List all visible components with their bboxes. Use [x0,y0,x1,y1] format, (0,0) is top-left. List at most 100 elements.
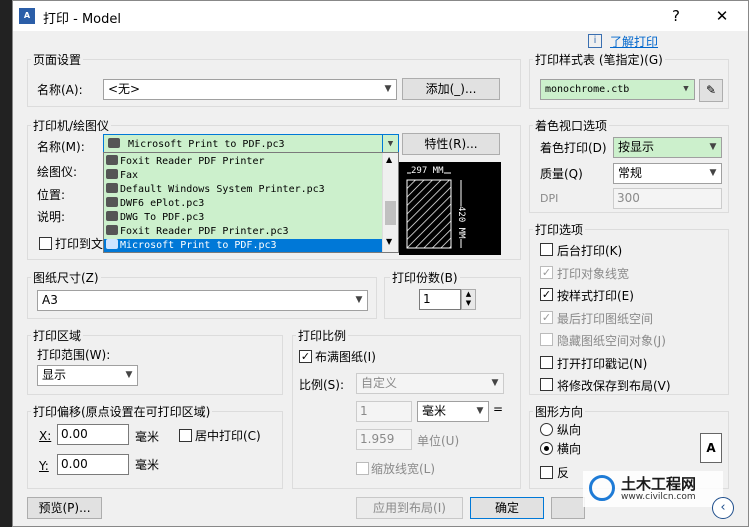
offset-y-input[interactable]: 0.00 [57,454,129,475]
page-setup-name-label: 名称(A): [37,83,83,97]
printer-icon [106,197,118,207]
printer-dropdown-list[interactable]: Foxit Reader PDF Printer Fax Default Win… [103,152,399,253]
plot-option-checkbox[interactable]: ✓ [540,265,553,279]
printer-option[interactable]: DWG To PDF.pc3 [104,211,383,225]
chevron-down-icon: ▼ [384,84,392,94]
scroll-thumb[interactable] [385,201,396,225]
edit-style-button[interactable]: ✎ [699,79,723,102]
title-bar: A 打印 - Model ? ✕ [13,1,748,31]
window-title: 打印 - Model [43,12,121,27]
plot-option-checkbox[interactable]: ✓ [540,310,553,324]
fit-to-paper-label: 布满图纸(I) [315,350,376,364]
paper-preview: 297 MM 420 MM [399,162,501,255]
page-setup-name-value: <无> [108,82,141,96]
upside-down-label: 反 [557,466,570,480]
collapse-options-icon[interactable]: ‹ [712,497,734,519]
printer-option[interactable]: Fax [104,169,383,183]
plot-option-label: 最后打印图纸空间 [557,311,654,326]
shade-plot-label: 着色打印(D) [540,141,607,155]
scale-units-label: 单位(U) [417,434,460,448]
scale-value: 自定义 [361,376,398,390]
cancel-button[interactable] [551,497,585,519]
plot-option-checkbox[interactable] [540,378,553,391]
fit-to-paper-checkbox[interactable]: ✓ [299,350,312,363]
learn-printing-link[interactable]: 了解打印 [610,33,658,50]
print-dialog: A 打印 - Model ? ✕ i 了解打印 页面设置 名称(A): <无> … [12,0,749,527]
offset-x-input[interactable]: 0.00 [57,424,129,445]
location-label: 位置: [37,188,66,202]
scale-unit-combo[interactable]: 毫米 ▼ [417,401,489,422]
plot-range-combo[interactable]: 显示 ▼ [37,365,138,386]
printer-option[interactable]: DWF6 ePlot.pc3 [104,197,383,211]
printer-option[interactable]: Foxit Reader PDF Printer.pc3 [104,225,383,239]
portrait-radio[interactable] [540,423,553,436]
scale-value1-input[interactable]: 1 [356,401,412,422]
chevron-down-icon: ▼ [476,406,484,416]
printer-properties-button[interactable]: 特性(R)... [402,133,500,155]
watermark-logo [589,475,615,501]
pencil-icon: ✎ [705,83,717,97]
page-setup-title: 页面设置 [31,51,84,68]
dpi-label: DPI [540,192,559,205]
dpi-input[interactable]: 300 [613,188,722,209]
orientation-preview-icon: A [700,433,722,463]
scale-combo[interactable]: 自定义 ▼ [356,373,504,394]
quality-value: 常规 [618,166,643,180]
add-page-setup-button[interactable]: 添加(_)... [402,78,500,100]
shade-plot-combo[interactable]: 按显示 ▼ [613,137,722,158]
chevron-down-icon: ▼ [709,168,717,178]
printer-option-selected[interactable]: Microsoft Print to PDF.pc3 [104,239,383,252]
scale-value2-input[interactable]: 1.959 [356,429,412,450]
ok-button[interactable]: 确定 [470,497,544,519]
plotter-label: 绘图仪: [37,165,78,179]
printer-icon [106,183,118,193]
preview-height-label: 420 MM [456,206,466,239]
plot-style-combo[interactable]: monochrome.ctb ▼ [540,79,695,100]
plot-style-title: 打印样式表 (笔指定)(G) [533,51,665,68]
printer-name-value: Microsoft Print to PDF.pc3 [128,139,285,150]
print-to-file-checkbox[interactable] [39,237,52,250]
copies-input[interactable]: 1 [419,289,461,310]
plot-options-title: 打印选项 [533,221,586,238]
close-button[interactable]: ✕ [711,5,733,27]
dropdown-scrollbar[interactable]: ▲ ▼ [382,153,398,252]
help-button[interactable]: ? [665,5,687,27]
plot-offset-group [27,411,283,489]
center-plot-checkbox[interactable] [179,429,192,442]
printer-option[interactable]: Foxit Reader PDF Printer [104,155,383,169]
chevron-down-icon: ▼ [491,378,499,388]
plot-area-title: 打印区域 [31,327,84,344]
copies-spinner[interactable]: ▲ ▼ [461,289,476,310]
plot-option-label: 打印对象线宽 [557,266,630,281]
watermark: 土木工程网 www.civilcn.com [583,471,723,507]
landscape-radio[interactable] [540,442,553,455]
apply-to-layout-button[interactable]: 应用到布局(I) [356,497,463,519]
plot-option-checkbox[interactable] [540,355,553,369]
plot-offset-title: 打印偏移(原点设置在可打印区域) [31,403,213,420]
printer-option[interactable]: Default Windows System Printer.pc3 [104,183,383,197]
chevron-down-icon: ▼ [709,142,717,152]
equals-sign: = [493,402,504,416]
plot-option-label: 将修改保存到布局(V) [557,379,671,393]
quality-combo[interactable]: 常规 ▼ [613,163,722,184]
plot-option-checkbox[interactable] [540,243,553,256]
paper-size-combo[interactable]: A3 ▼ [37,290,368,311]
chevron-down-icon: ▼ [125,370,133,380]
upside-down-checkbox[interactable] [540,466,553,479]
scale-lineweights-checkbox[interactable] [356,462,369,475]
background-drawing-strip [0,0,12,527]
chevron-down-icon: ▼ [355,295,363,305]
preview-width-label: 297 MM [411,166,444,176]
scroll-up-icon[interactable]: ▲ [386,155,392,164]
preview-button[interactable]: 预览(P)... [27,497,102,519]
plot-option-checkbox[interactable] [540,333,553,346]
printer-icon [106,155,118,165]
printer-icon [108,138,120,148]
page-setup-name-combo[interactable]: <无> ▼ [103,79,397,100]
plot-range-label: 打印范围(W): [37,348,111,362]
scroll-down-icon[interactable]: ▼ [386,237,392,246]
chevron-down-icon: ▼ [683,84,689,94]
watermark-title: 土木工程网 [621,475,697,493]
plot-option-checkbox[interactable]: ✓ [540,288,553,301]
scale-lineweights-label: 缩放线宽(L) [371,462,436,476]
